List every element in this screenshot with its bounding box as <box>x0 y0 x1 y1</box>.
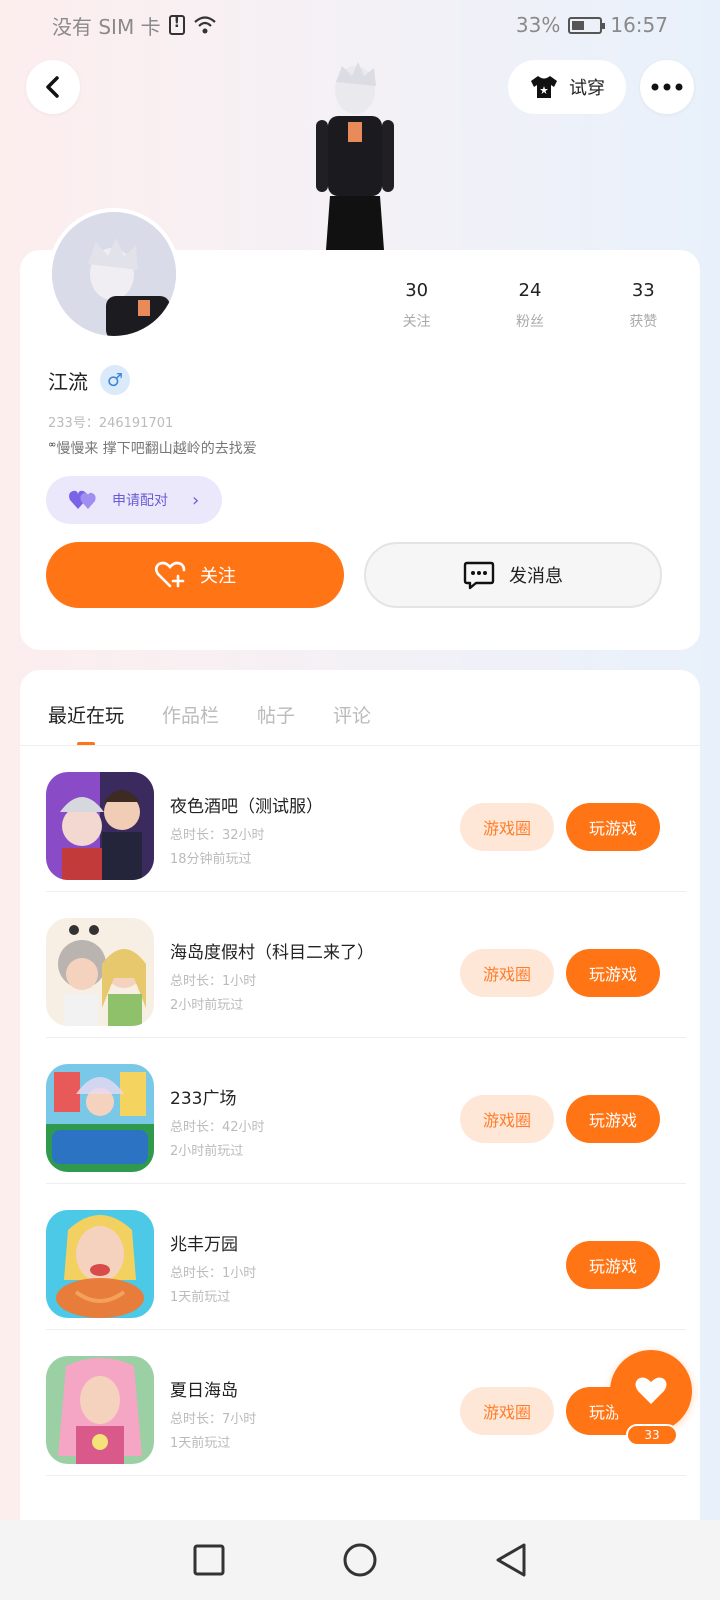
game-name: 夏日海岛 <box>170 1381 238 1401</box>
tab-recent-played[interactable]: 最近在玩 <box>48 701 124 746</box>
heart-plus-icon <box>154 561 186 588</box>
like-fab-button[interactable] <box>610 1350 692 1432</box>
sim-alert-icon <box>168 15 185 35</box>
game-row[interactable]: 海岛度假村（科目二来了） 总时长：1小时 2小时前玩过 游戏圈 玩游戏 <box>46 892 686 1038</box>
play-game-button[interactable]: 玩游戏 <box>566 803 660 851</box>
game-name: 海岛度假村（科目二来了） <box>170 943 374 963</box>
game-icon-art <box>46 1356 154 1464</box>
user-name: 江流 <box>48 369 88 394</box>
game-name: 夜色酒吧（测试服） <box>170 797 323 817</box>
game-duration: 总时长：1小时 <box>170 1266 257 1281</box>
game-circle-button[interactable]: 游戏圈 <box>460 949 554 997</box>
game-icon-art <box>46 1064 154 1172</box>
message-label: 发消息 <box>509 566 563 587</box>
tab-works[interactable]: 作品栏 <box>162 701 219 728</box>
carrier-text: 没有 SIM 卡 <box>52 14 161 39</box>
user-bio: ∞慢慢来 撑下吧翻山越岭的去找爱 <box>48 438 257 458</box>
follow-button[interactable]: 关注 <box>46 542 344 608</box>
stat-value: 33 <box>631 280 655 301</box>
avatar-3d-figure <box>316 62 394 250</box>
game-last-played: 1天前玩过 <box>170 1436 231 1451</box>
game-circle-button[interactable]: 游戏圈 <box>460 1095 554 1143</box>
chevron-right-icon: › <box>192 489 200 511</box>
try-on-button[interactable]: 试穿 <box>508 60 626 114</box>
square-recents-icon[interactable] <box>192 1543 226 1577</box>
activity-card: 最近在玩 作品栏 帖子 评论 夜色酒吧（测试服） 总时长：32小时 18分钟前玩… <box>20 670 700 1530</box>
game-icon-art <box>46 1210 154 1318</box>
stat-value: 24 <box>518 280 542 301</box>
game-last-played: 1天前玩过 <box>170 1290 231 1305</box>
chat-bubble-icon <box>463 561 495 590</box>
double-heart-icon <box>69 490 96 509</box>
back-button[interactable] <box>26 60 80 114</box>
game-icon[interactable] <box>46 1356 154 1464</box>
clock: 16:57 <box>610 13 668 37</box>
game-icon-art <box>46 772 154 880</box>
follow-label: 关注 <box>200 566 236 587</box>
game-last-played: 2小时前玩过 <box>170 998 244 1013</box>
profile-stats: 30 关注 24 粉丝 33 获赞 <box>360 280 700 331</box>
game-last-played: 2小时前玩过 <box>170 1144 244 1159</box>
status-left: 没有 SIM 卡 <box>52 11 217 40</box>
game-name: 兆丰万园 <box>170 1235 238 1255</box>
more-dots-icon <box>651 83 683 91</box>
heart-icon <box>635 1377 667 1404</box>
stat-likes[interactable]: 33 获赞 <box>587 280 700 331</box>
game-row[interactable]: 兆丰万园 总时长：1小时 1天前玩过 玩游戏 <box>46 1184 686 1330</box>
stat-value: 30 <box>405 280 429 301</box>
more-button[interactable] <box>640 60 694 114</box>
game-circle-button[interactable]: 游戏圈 <box>460 803 554 851</box>
game-row[interactable]: 夜色酒吧（测试服） 总时长：32小时 18分钟前玩过 游戏圈 玩游戏 <box>46 746 686 892</box>
stat-label: 获赞 <box>629 314 658 330</box>
stat-label: 粉丝 <box>515 314 544 330</box>
game-icon[interactable] <box>46 772 154 880</box>
triangle-back-icon[interactable] <box>494 1542 528 1578</box>
game-last-played: 18分钟前玩过 <box>170 852 252 867</box>
play-game-button[interactable]: 玩游戏 <box>566 1241 660 1289</box>
like-count-badge: 33 <box>626 1424 678 1446</box>
play-game-button[interactable]: 玩游戏 <box>566 1095 660 1143</box>
chevron-left-icon <box>46 76 59 98</box>
status-bar: 没有 SIM 卡 33% 16:57 <box>0 0 720 50</box>
battery-icon <box>568 16 606 34</box>
system-nav-bar <box>0 1520 720 1600</box>
game-icon[interactable] <box>46 1210 154 1318</box>
game-icon[interactable] <box>46 918 154 1026</box>
stat-label: 关注 <box>402 314 431 330</box>
user-id: 233号：246191701 <box>48 416 174 431</box>
pair-label: 申请配对 <box>112 493 168 509</box>
bio-text: 慢慢来 撑下吧翻山越岭的去找爱 <box>56 441 257 457</box>
battery-percent: 33% <box>515 13 561 37</box>
tshirt-icon <box>531 76 557 98</box>
game-row[interactable]: 233广场 总时长：42小时 2小时前玩过 游戏圈 玩游戏 <box>46 1038 686 1184</box>
game-duration: 总时长：42小时 <box>170 1120 265 1135</box>
avatar[interactable] <box>48 208 180 340</box>
stat-following[interactable]: 30 关注 <box>360 280 473 331</box>
game-row[interactable]: 夏日海岛 总时长：7小时 1天前玩过 游戏圈 玩游戏 <box>46 1330 686 1476</box>
message-button[interactable]: 发消息 <box>364 542 662 608</box>
wifi-icon <box>193 16 216 34</box>
game-duration: 总时长：1小时 <box>170 974 257 989</box>
game-name: 233广场 <box>170 1089 237 1109</box>
game-circle-button[interactable]: 游戏圈 <box>460 1387 554 1435</box>
name-row: 江流 ♂ <box>48 365 130 395</box>
avatar-image <box>52 212 176 336</box>
circle-home-icon[interactable] <box>342 1542 378 1578</box>
stat-followers[interactable]: 24 粉丝 <box>473 280 586 331</box>
tab-comments[interactable]: 评论 <box>333 701 371 728</box>
game-icon[interactable] <box>46 1064 154 1172</box>
tab-posts[interactable]: 帖子 <box>257 701 295 728</box>
status-right: 33% 16:57 <box>516 13 668 37</box>
male-gender-icon: ♂ <box>100 365 130 395</box>
pair-request-button[interactable]: 申请配对 › <box>46 476 222 524</box>
game-duration: 总时长：32小时 <box>170 828 265 843</box>
profile-tabs: 最近在玩 作品栏 帖子 评论 <box>48 684 371 746</box>
try-on-label: 试穿 <box>569 78 605 99</box>
game-icon-art <box>46 918 154 1026</box>
game-duration: 总时长：7小时 <box>170 1412 257 1427</box>
play-game-button[interactable]: 玩游戏 <box>566 949 660 997</box>
